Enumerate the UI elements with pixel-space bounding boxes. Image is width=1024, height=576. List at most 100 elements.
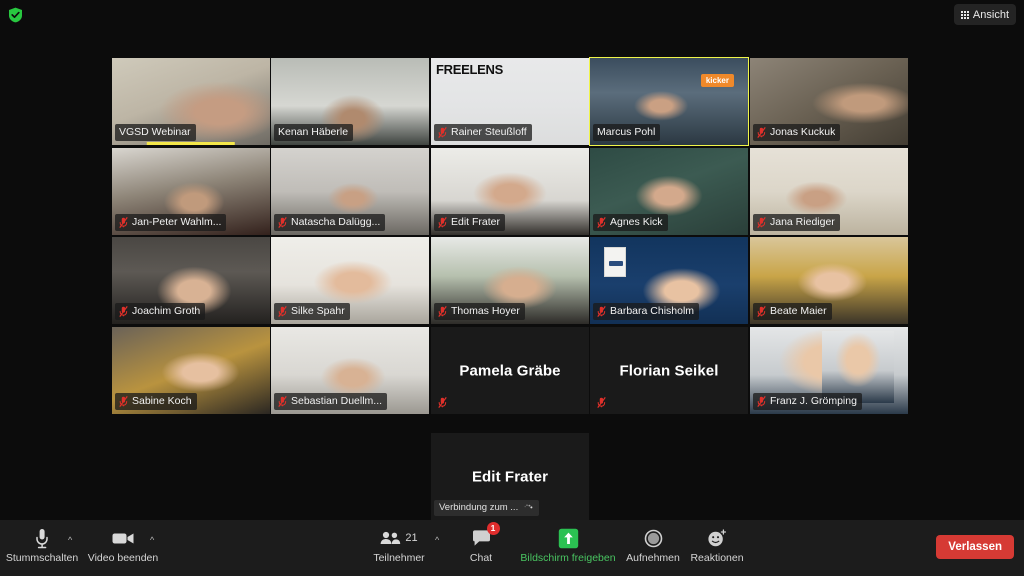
video-tile[interactable]: Jonas Kuckuk xyxy=(750,58,908,145)
record-button-label: Aufnehmen xyxy=(626,552,680,564)
muted-microphone-icon xyxy=(757,126,766,138)
participant-nameplate: Joachim Groth xyxy=(115,303,206,320)
participant-display-name: Edit Frater xyxy=(471,468,549,485)
video-tile[interactable]: Agnes Kick xyxy=(590,148,748,235)
participant-name: VGSD Webinar xyxy=(119,126,191,138)
participant-name: Sebastian Duellm... xyxy=(291,395,383,407)
participant-nameplate: Agnes Kick xyxy=(593,214,668,231)
participant-nameplate xyxy=(593,396,615,410)
participant-name: Jonas Kuckuk xyxy=(770,126,836,138)
participant-nameplate: Barbara Chisholm xyxy=(593,303,700,320)
video-tile[interactable]: Joachim Groth xyxy=(112,237,270,324)
video-tile[interactable]: Natascha Dalügg... xyxy=(271,148,429,235)
participant-name: Barbara Chisholm xyxy=(610,305,695,317)
video-grid: VGSD Webinar Kenan Häberle FREELENS Rainer … xyxy=(0,28,1024,520)
participant-nameplate xyxy=(434,396,456,410)
chat-bubble-icon: 1 xyxy=(472,522,500,551)
participant-name: Jana Riediger xyxy=(770,216,835,228)
participant-name: Marcus Pohl xyxy=(597,126,656,138)
participant-name: Kenan Häberle xyxy=(278,126,349,138)
participant-name: Silke Spahr xyxy=(291,305,345,317)
share-screen-icon xyxy=(558,525,579,551)
muted-microphone-icon xyxy=(438,126,447,138)
reactions-button[interactable]: Reaktionen xyxy=(688,525,746,565)
muted-microphone-icon xyxy=(597,397,606,408)
participant-display-name: Pamela Gräbe xyxy=(459,362,561,379)
muted-microphone-icon xyxy=(757,395,766,407)
video-tile[interactable]: Barbara Chisholm xyxy=(590,237,748,324)
stop-video-button-label: Video beenden xyxy=(87,552,159,564)
participant-name: Agnes Kick xyxy=(610,216,663,228)
share-screen-button[interactable]: Bildschirm freigeben xyxy=(512,525,624,565)
video-tile[interactable]: FREELENS Rainer Steußloff xyxy=(431,58,589,145)
video-tile[interactable]: Silke Spahr xyxy=(271,237,429,324)
video-tile[interactable]: kicker Marcus Pohl xyxy=(589,57,749,146)
video-tile[interactable]: Sabine Koch xyxy=(112,327,270,414)
video-tile[interactable]: VGSD Webinar xyxy=(112,58,270,145)
connection-status-text: Verbindung zum ... xyxy=(439,502,519,513)
video-tile[interactable]: Kenan Häberle xyxy=(271,58,429,145)
muted-microphone-icon xyxy=(597,305,606,317)
video-tile[interactable]: Beate Maier xyxy=(750,237,908,324)
shield-check-icon[interactable] xyxy=(8,7,23,23)
participants-options-chevron-icon[interactable]: ^ xyxy=(435,535,439,545)
participant-nameplate: Kenan Häberle xyxy=(274,124,354,141)
participants-count: 21 xyxy=(405,532,418,544)
participant-nameplate: Beate Maier xyxy=(753,303,832,320)
share-screen-button-label: Bildschirm freigeben xyxy=(520,552,616,564)
participants-button-label: Teilnehmer xyxy=(373,552,425,564)
record-button[interactable]: Aufnehmen xyxy=(624,525,682,565)
video-camera-icon xyxy=(112,525,135,551)
video-tile[interactable]: Jan-Peter Wahlm... xyxy=(112,148,270,235)
participant-display-name: Florian Seikel xyxy=(619,362,719,379)
video-tile[interactable]: Sebastian Duellm... xyxy=(271,327,429,414)
participant-name: Sabine Koch xyxy=(132,395,192,407)
muted-microphone-icon xyxy=(438,216,447,228)
video-options-chevron-icon[interactable]: ^ xyxy=(150,535,154,545)
participant-name: Natascha Dalügg... xyxy=(291,216,381,228)
speaking-indicator-bar xyxy=(146,142,236,145)
participant-nameplate: Franz J. Grömping xyxy=(753,393,862,410)
muted-microphone-icon xyxy=(438,397,447,408)
meeting-toolbar: Stummschalten ^ Video beenden ^ 21 Teiln… xyxy=(0,520,1024,576)
loading-spinner-icon xyxy=(524,503,533,508)
muted-microphone-icon xyxy=(438,305,447,317)
view-button[interactable]: Ansicht xyxy=(953,4,1016,25)
video-tile[interactable]: Pamela Gräbe xyxy=(431,327,589,414)
video-tile[interactable]: Edit Frater Verbindung zum ... xyxy=(431,433,589,520)
participant-name: Edit Frater xyxy=(451,216,501,228)
muted-microphone-icon xyxy=(278,216,287,228)
overlay-badge: kicker xyxy=(700,74,734,87)
participant-nameplate: Sebastian Duellm... xyxy=(274,393,388,410)
muted-microphone-icon xyxy=(597,216,606,228)
muted-microphone-icon xyxy=(757,305,766,317)
participant-name: Rainer Steußloff xyxy=(451,126,527,138)
video-tile[interactable]: Edit Frater xyxy=(431,148,589,235)
participant-nameplate: Rainer Steußloff xyxy=(434,124,532,141)
video-tile[interactable]: Florian Seikel xyxy=(590,327,748,414)
video-tile[interactable]: Franz J. Grömping xyxy=(750,327,908,414)
chat-button-label: Chat xyxy=(469,552,493,564)
connection-status: Verbindung zum ... xyxy=(434,500,540,516)
overlay-logo: FREELENS xyxy=(436,62,503,77)
chat-unread-badge: 1 xyxy=(486,522,500,535)
video-tile[interactable]: Jana Riediger xyxy=(750,148,908,235)
participant-nameplate: Jana Riediger xyxy=(753,214,840,231)
stop-video-button[interactable]: Video beenden xyxy=(86,525,160,565)
video-tile[interactable]: Thomas Hoyer xyxy=(431,237,589,324)
top-bar: Ansicht xyxy=(0,0,1024,28)
background-poster xyxy=(604,247,626,277)
grid-view-icon xyxy=(960,10,969,19)
mute-options-chevron-icon[interactable]: ^ xyxy=(68,535,72,545)
zoom-meeting-window: Ansicht VGSD Webinar Kenan Häberle FREELEN… xyxy=(0,0,1024,576)
record-circle-icon xyxy=(644,525,663,551)
participant-nameplate: Jonas Kuckuk xyxy=(753,124,841,141)
mute-button[interactable]: Stummschalten xyxy=(6,525,78,565)
participant-nameplate: Jan-Peter Wahlm... xyxy=(115,214,227,231)
leave-meeting-button[interactable]: Verlassen xyxy=(936,535,1014,559)
participants-button[interactable]: 21 Teilnehmer xyxy=(370,525,428,565)
participant-name: Beate Maier xyxy=(770,305,827,317)
participant-name: Thomas Hoyer xyxy=(451,305,520,317)
chat-button[interactable]: 1 Chat xyxy=(463,522,500,565)
microphone-icon xyxy=(35,525,49,551)
